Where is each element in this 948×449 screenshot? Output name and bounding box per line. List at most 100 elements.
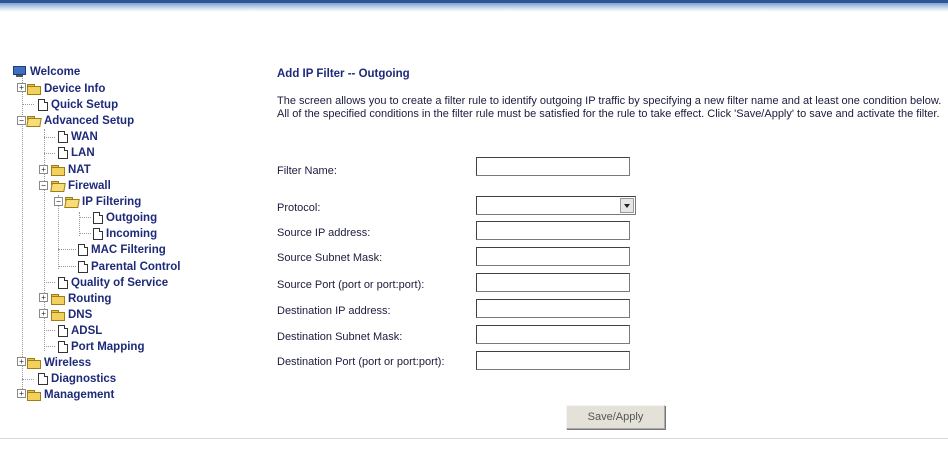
protocol-label: Protocol: — [277, 202, 321, 214]
nav-outgoing[interactable]: Outgoing — [93, 210, 157, 226]
nav-adsl-label[interactable]: ADSL — [71, 325, 102, 337]
protocol-select[interactable] — [476, 196, 636, 215]
page-description: The screen allows you to create a filter… — [277, 95, 942, 120]
nav-wan-label[interactable]: WAN — [71, 131, 98, 143]
nav-parental-control-label[interactable]: Parental Control — [91, 261, 180, 273]
tree-connector — [44, 137, 55, 138]
nav-welcome-label[interactable]: Welcome — [30, 66, 80, 78]
nav-ip-filtering-label[interactable]: IP Filtering — [82, 196, 141, 208]
bottom-divider — [0, 438, 948, 439]
nav-lan-label[interactable]: LAN — [71, 147, 95, 159]
nav-dns-label[interactable]: DNS — [68, 309, 92, 321]
nav-firewall[interactable]: Firewall — [51, 178, 111, 194]
tree-connector — [79, 233, 91, 234]
dest-mask-input[interactable] — [476, 325, 630, 344]
dest-ip-input[interactable] — [476, 299, 630, 318]
folder-icon — [27, 83, 41, 95]
folder-open-icon — [27, 115, 41, 127]
nav-mac-filtering[interactable]: MAC Filtering — [78, 242, 166, 258]
folder-icon — [51, 309, 65, 321]
page-icon — [78, 244, 88, 256]
nav-adsl[interactable]: ADSL — [58, 323, 102, 339]
nav-routing[interactable]: Routing — [51, 291, 111, 307]
collapse-advanced-setup-icon[interactable]: − — [17, 116, 26, 125]
page-icon — [78, 261, 88, 273]
filter-name-input[interactable] — [476, 157, 630, 176]
nav-outgoing-label[interactable]: Outgoing — [106, 212, 157, 224]
page-title: Add IP Filter -- Outgoing — [277, 68, 410, 80]
tree-connector — [44, 282, 55, 283]
expand-dns-icon[interactable]: + — [39, 309, 48, 318]
nav-dns[interactable]: DNS — [51, 307, 92, 323]
tree-connector — [22, 78, 23, 395]
page-icon — [58, 147, 68, 159]
computer-icon — [13, 66, 27, 78]
expand-management-icon[interactable]: + — [17, 389, 26, 398]
tree-connector — [44, 153, 55, 154]
nav-mac-filtering-label[interactable]: MAC Filtering — [91, 244, 166, 256]
nav-advanced-setup[interactable]: Advanced Setup — [27, 113, 134, 129]
tree-connector — [58, 266, 76, 267]
tree-connector — [58, 195, 59, 269]
tree-connector — [22, 104, 34, 105]
nav-wan[interactable]: WAN — [58, 129, 98, 145]
dest-mask-label: Destination Subnet Mask: — [277, 331, 403, 343]
source-ip-input[interactable] — [476, 221, 630, 240]
folder-open-icon — [65, 196, 79, 208]
nav-quick-setup[interactable]: Quick Setup — [38, 97, 118, 113]
nav-welcome[interactable]: Welcome — [13, 64, 80, 80]
nav-management-label[interactable]: Management — [44, 389, 114, 401]
expand-routing-icon[interactable]: + — [39, 293, 48, 302]
nav-routing-label[interactable]: Routing — [68, 293, 111, 305]
nav-device-info[interactable]: Device Info — [27, 81, 105, 97]
dest-port-input[interactable] — [476, 351, 630, 370]
nav-management[interactable]: Management — [27, 387, 114, 403]
nav-diagnostics-label[interactable]: Diagnostics — [51, 373, 116, 385]
page-icon — [38, 99, 48, 111]
nav-port-mapping-label[interactable]: Port Mapping — [71, 341, 144, 353]
nav-port-mapping[interactable]: Port Mapping — [58, 339, 144, 355]
nav-quality-of-service-label[interactable]: Quality of Service — [71, 277, 168, 289]
nav-quick-setup-label[interactable]: Quick Setup — [51, 99, 118, 111]
nav-firewall-label[interactable]: Firewall — [68, 180, 111, 192]
folder-icon — [51, 164, 65, 176]
source-mask-input[interactable] — [476, 247, 630, 266]
nav-wireless-label[interactable]: Wireless — [44, 357, 91, 369]
nav-ip-filtering[interactable]: IP Filtering — [65, 194, 141, 210]
nav-nat[interactable]: NAT — [51, 162, 91, 178]
chevron-down-icon[interactable] — [620, 198, 634, 213]
expand-nat-icon[interactable]: + — [39, 165, 48, 174]
collapse-ip-filtering-icon[interactable]: − — [54, 197, 63, 206]
tree-connector — [44, 346, 55, 347]
header-edge — [0, 0, 948, 3]
nav-nat-label[interactable]: NAT — [68, 164, 91, 176]
page-icon — [93, 228, 103, 240]
folder-icon — [27, 357, 41, 369]
folder-open-icon — [51, 180, 65, 192]
collapse-firewall-icon[interactable]: − — [39, 181, 48, 190]
nav-incoming[interactable]: Incoming — [93, 226, 157, 242]
expand-device-info-icon[interactable]: + — [17, 83, 26, 92]
folder-icon — [27, 389, 41, 401]
nav-incoming-label[interactable]: Incoming — [106, 228, 157, 240]
nav-parental-control[interactable]: Parental Control — [78, 259, 180, 275]
save-apply-button[interactable]: Save/Apply — [566, 405, 665, 429]
expand-wireless-icon[interactable]: + — [17, 357, 26, 366]
nav-device-info-label[interactable]: Device Info — [44, 83, 105, 95]
page-icon — [58, 325, 68, 337]
source-mask-label: Source Subnet Mask: — [277, 252, 383, 264]
source-port-label: Source Port (port or port:port): — [277, 279, 425, 291]
nav-lan[interactable]: LAN — [58, 145, 95, 161]
nav-quality-of-service[interactable]: Quality of Service — [58, 275, 168, 291]
page-icon — [58, 131, 68, 143]
nav-wireless[interactable]: Wireless — [27, 355, 91, 371]
source-port-input[interactable] — [476, 273, 630, 292]
tree-connector — [22, 379, 34, 380]
dest-ip-label: Destination IP address: — [277, 305, 391, 317]
nav-diagnostics[interactable]: Diagnostics — [38, 371, 116, 387]
tree-connector — [44, 330, 55, 331]
source-ip-label: Source IP address: — [277, 227, 371, 239]
page-icon — [38, 373, 48, 385]
filter-name-label: Filter Name: — [277, 165, 337, 177]
nav-advanced-setup-label[interactable]: Advanced Setup — [44, 115, 134, 127]
